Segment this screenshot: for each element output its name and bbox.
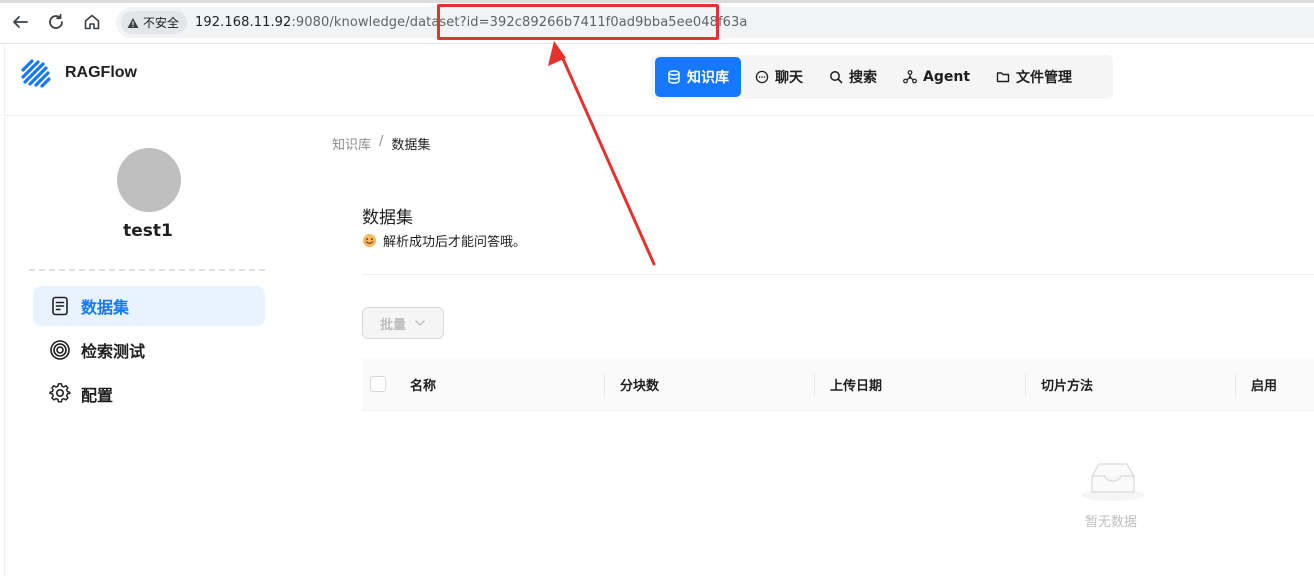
breadcrumb-current: 数据集 (391, 138, 431, 153)
column-header-chunks[interactable]: 分块数 (620, 375, 659, 394)
sidebar-item-settings[interactable]: 配置 (33, 374, 265, 414)
search-icon (830, 71, 843, 84)
sidebar-item-dataset[interactable]: 数据集 (33, 286, 265, 326)
database-icon (668, 70, 680, 84)
reload-button[interactable] (45, 11, 67, 33)
column-divider (814, 374, 815, 396)
select-all-checkbox[interactable] (370, 376, 386, 392)
breadcrumb-parent[interactable]: 知识库 (332, 134, 371, 153)
column-divider (1235, 374, 1236, 396)
ragflow-logo-icon (21, 59, 51, 88)
content-divider (362, 274, 1314, 275)
page-title: 数据集 (362, 208, 413, 228)
sidebar-item-retrieval-test[interactable]: 检索测试 (33, 330, 265, 370)
warning-icon (127, 17, 139, 28)
back-button[interactable] (9, 11, 31, 33)
folder-icon (996, 72, 1010, 83)
sidebar-item-label: 数据集 (81, 298, 130, 317)
nav-tab-files[interactable]: 文件管理 (984, 57, 1084, 97)
column-divider (1025, 374, 1026, 396)
column-header-enabled[interactable]: 启用 (1251, 375, 1277, 394)
page-subtitle: 解析成功后才能问答哦。 (362, 231, 526, 250)
smiling-face-icon (362, 233, 377, 248)
nav-tab-label: 文件管理 (1016, 70, 1073, 86)
nav-tab-label: 搜索 (849, 70, 877, 86)
column-divider (604, 374, 605, 396)
url-host: 192.168.11.92 (195, 15, 292, 30)
empty-state-text: 暂无数据 (1085, 515, 1138, 530)
nav-tab-label: Agent (923, 69, 971, 85)
nav-tab-knowledge[interactable]: 知识库 (655, 57, 741, 97)
reload-icon (49, 13, 63, 29)
subtitle-text: 解析成功后才能问答哦。 (383, 235, 527, 250)
url-text[interactable]: 192.168.11.92:9080/knowledge/dataset?id=… (195, 15, 747, 30)
address-bar[interactable]: 不安全 192.168.11.92:9080/knowledge/dataset… (116, 7, 1314, 38)
security-label: 不安全 (143, 16, 180, 30)
app-header: RAGFlow 知识库 聊天 搜索 Agent 文件管理 (4, 44, 1314, 116)
url-path: :9080/knowledge/dataset?id=392c89266b741… (291, 15, 748, 30)
sidebar-item-label: 配置 (81, 386, 114, 405)
nav-tab-chat[interactable]: 聊天 (743, 57, 815, 97)
target-icon (50, 340, 70, 360)
browser-toolbar: 不安全 192.168.11.92:9080/knowledge/dataset… (0, 0, 1314, 44)
home-button[interactable] (81, 11, 103, 33)
empty-inbox-icon (1082, 463, 1144, 501)
nav-tab-label: 知识库 (687, 70, 729, 86)
sidebar: test1 数据集 检索测试 配置 (4, 117, 291, 576)
top-navigation: 知识库 聊天 搜索 Agent 文件管理 (651, 55, 1113, 99)
nav-tab-agent[interactable]: Agent (891, 57, 982, 97)
chat-icon (755, 70, 769, 84)
nav-tab-label: 聊天 (775, 70, 803, 86)
brand-name: RAGFlow (65, 64, 137, 81)
agent-icon (903, 70, 917, 84)
breadcrumb-separator: / (379, 134, 384, 149)
column-header-name[interactable]: 名称 (410, 375, 436, 394)
chevron-down-icon (415, 320, 425, 326)
sidebar-divider (29, 269, 265, 271)
column-header-upload-date[interactable]: 上传日期 (830, 375, 882, 394)
username: test1 (123, 221, 173, 241)
batch-actions-button[interactable]: 批量 (362, 307, 444, 339)
nav-tab-search[interactable]: 搜索 (817, 57, 889, 97)
home-icon (84, 14, 100, 30)
gear-icon (49, 383, 71, 403)
batch-button-label: 批量 (379, 317, 406, 333)
back-arrow-icon (13, 16, 28, 28)
document-icon (52, 296, 68, 316)
avatar[interactable] (117, 148, 181, 212)
breadcrumb: 知识库 / 数据集 (332, 134, 430, 153)
column-header-chunk-method[interactable]: 切片方法 (1041, 375, 1093, 394)
table-header: 名称 分块数 上传日期 切片方法 启用 (362, 358, 1314, 411)
security-indicator[interactable]: 不安全 (121, 11, 188, 34)
sidebar-item-label: 检索测试 (81, 342, 146, 361)
